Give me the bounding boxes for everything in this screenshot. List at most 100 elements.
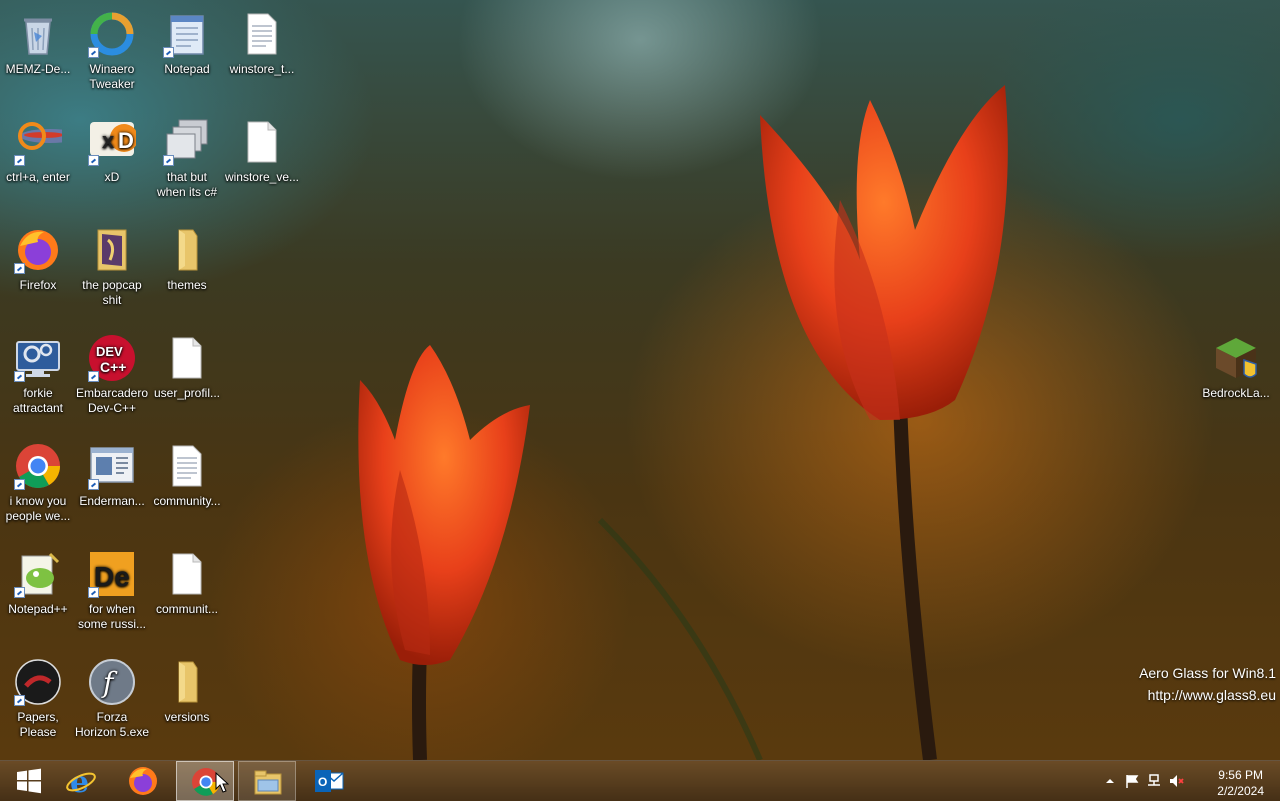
flash-icon: f <box>88 658 136 706</box>
svg-text:x: x <box>102 128 115 153</box>
icon-label: Forza Horizon 5.exe <box>74 710 150 739</box>
shortcut-arrow-icon <box>14 587 25 598</box>
network-icon[interactable] <box>1146 773 1162 789</box>
folder-icon <box>163 658 211 706</box>
taskbar-firefox[interactable] <box>114 761 172 801</box>
action-center-flag-icon[interactable] <box>1124 773 1140 789</box>
icon-label: Notepad++ <box>8 602 68 616</box>
icon-label: the popcap shit <box>82 278 142 307</box>
icon-label: winstore_ve... <box>224 170 300 184</box>
folder-icon <box>163 226 211 274</box>
minecraft-icon <box>1212 334 1260 382</box>
icon-label: BedrockLa... <box>1202 386 1270 400</box>
desktop-icon-notepadpp[interactable]: Notepad++ <box>0 550 76 617</box>
shortcut-arrow-icon <box>14 371 25 382</box>
desktop-icon-ctrl-a-enter[interactable]: ctrl+a, enter <box>0 118 80 185</box>
svg-text:DEV: DEV <box>96 344 123 359</box>
clock[interactable]: 9:56 PM 2/2/2024 <box>1217 767 1264 799</box>
taskbar-outlook[interactable]: O <box>300 761 358 801</box>
xd-icon: x D <box>88 118 138 166</box>
desktop[interactable]: MEMZ-De... ctrl+a, enter Firefox forkie … <box>0 0 1280 760</box>
file-explorer-icon <box>254 770 282 795</box>
shortcut-arrow-icon <box>14 479 25 490</box>
icon-label: Enderman... <box>79 494 145 508</box>
desktop-icon-bedrock-launcher[interactable]: BedrockLa... <box>1198 334 1274 401</box>
winaero-tweaker-icon <box>88 10 136 58</box>
outlook-icon: O <box>315 770 344 792</box>
icon-label: themes <box>167 278 207 292</box>
desktop-icon-firefox[interactable]: Firefox <box>0 226 76 293</box>
chrome-icon <box>14 442 62 490</box>
desktop-icon-xd[interactable]: x D xD <box>74 118 150 185</box>
icon-label: Winaero Tweaker <box>89 62 135 91</box>
desktop-icon-versions-folder[interactable]: versions <box>149 658 225 725</box>
devcpp-icon: DEV C++ <box>88 334 136 382</box>
firefox-icon <box>14 226 62 274</box>
desktop-icon-forkie-attractant[interactable]: forkie attractant <box>0 334 76 416</box>
settings-monitor-icon <box>14 334 62 382</box>
icon-label: MEMZ-De... <box>5 62 71 76</box>
svg-text:De: De <box>94 561 130 592</box>
shortcut-arrow-icon <box>88 155 99 166</box>
watermark-line-1: Aero Glass for Win8.1 <box>1139 665 1276 681</box>
desktop-icon-winstore-ve[interactable]: winstore_ve... <box>224 118 300 185</box>
icon-label: community... <box>153 494 221 508</box>
firefox-icon <box>129 767 157 795</box>
windows-logo-icon <box>17 768 41 794</box>
start-button[interactable] <box>0 761 58 801</box>
blank-file-icon <box>163 334 211 382</box>
blank-file-icon <box>238 118 286 166</box>
icon-label: ctrl+a, enter <box>6 170 70 184</box>
desktop-icon-enderman[interactable]: Enderman... <box>74 442 150 509</box>
svg-text:D: D <box>118 128 134 153</box>
notepad-icon <box>163 10 211 58</box>
desktop-icon-communit-file[interactable]: communit... <box>149 550 225 617</box>
icon-label: for when some russi... <box>77 602 146 631</box>
aero-glass-watermark: Aero Glass for Win8.1 http://www.glass8.… <box>1139 662 1276 706</box>
desktop-icon-chrome-shortcut[interactable]: i know you people we... <box>0 442 76 524</box>
svg-text:C++: C++ <box>100 359 126 375</box>
desktop-icon-winaero-tweaker[interactable]: Winaero Tweaker <box>74 10 150 92</box>
taskbar-chrome[interactable] <box>176 761 234 801</box>
shortcut-arrow-icon <box>163 47 174 58</box>
desktop-icon-popcap-folder[interactable]: the popcap shit <box>74 226 150 308</box>
desktop-icon-forza-horizon[interactable]: f Forza Horizon 5.exe <box>74 658 150 740</box>
icon-label: versions <box>164 710 210 724</box>
papers-please-icon <box>14 658 62 706</box>
shortcut-arrow-icon <box>14 155 25 166</box>
icon-label: communit... <box>155 602 218 616</box>
recycle-bin-icon <box>14 10 62 58</box>
desktop-icon-community-text[interactable]: community... <box>149 442 225 509</box>
icon-label: xD <box>104 170 120 184</box>
notepadpp-icon <box>14 550 62 598</box>
desktop-icon-that-but-csharp[interactable]: that but when its c# <box>149 118 225 200</box>
system-tray: 9:56 PM 2/2/2024 <box>1100 761 1280 801</box>
watermark-line-2: http://www.glass8.eu <box>1147 687 1276 703</box>
desktop-icon-notepad[interactable]: Notepad <box>149 10 225 77</box>
windows-stack-icon <box>163 118 211 166</box>
text-file-icon <box>238 10 286 58</box>
desktop-icon-winstore-t[interactable]: winstore_t... <box>224 10 300 77</box>
taskbar-internet-explorer[interactable]: e <box>52 761 110 801</box>
internet-explorer-icon: e <box>66 765 96 797</box>
taskbar: e O 9:56 PM 2/2/2024 <box>0 760 1280 801</box>
desktop-icon-papers-please[interactable]: Papers, Please <box>0 658 76 740</box>
taskbar-file-explorer[interactable] <box>238 761 296 801</box>
desktop-icon-devcpp[interactable]: DEV C++ Embarcadero Dev-C++ <box>74 334 150 416</box>
icon-label: Notepad <box>164 62 210 76</box>
de-icon: De <box>88 550 136 598</box>
show-hidden-icons-icon[interactable] <box>1102 773 1118 789</box>
shortcut-arrow-icon <box>14 695 25 706</box>
icon-label: Embarcadero Dev-C++ <box>75 386 149 415</box>
volume-muted-icon[interactable] <box>1168 773 1184 789</box>
icon-label: user_profil... <box>153 386 221 400</box>
desktop-icon-memz[interactable]: MEMZ-De... <box>0 10 76 77</box>
icon-label: i know you people we... <box>5 494 71 523</box>
desktop-icon-de[interactable]: De for when some russi... <box>74 550 150 632</box>
desktop-icon-user-profile-file[interactable]: user_profil... <box>149 334 225 401</box>
desktop-icon-themes-folder[interactable]: themes <box>149 226 225 293</box>
text-file-icon <box>163 442 211 490</box>
svg-text:O: O <box>318 775 327 789</box>
shortcut-arrow-icon <box>14 263 25 274</box>
shortcut-arrow-icon <box>163 155 174 166</box>
